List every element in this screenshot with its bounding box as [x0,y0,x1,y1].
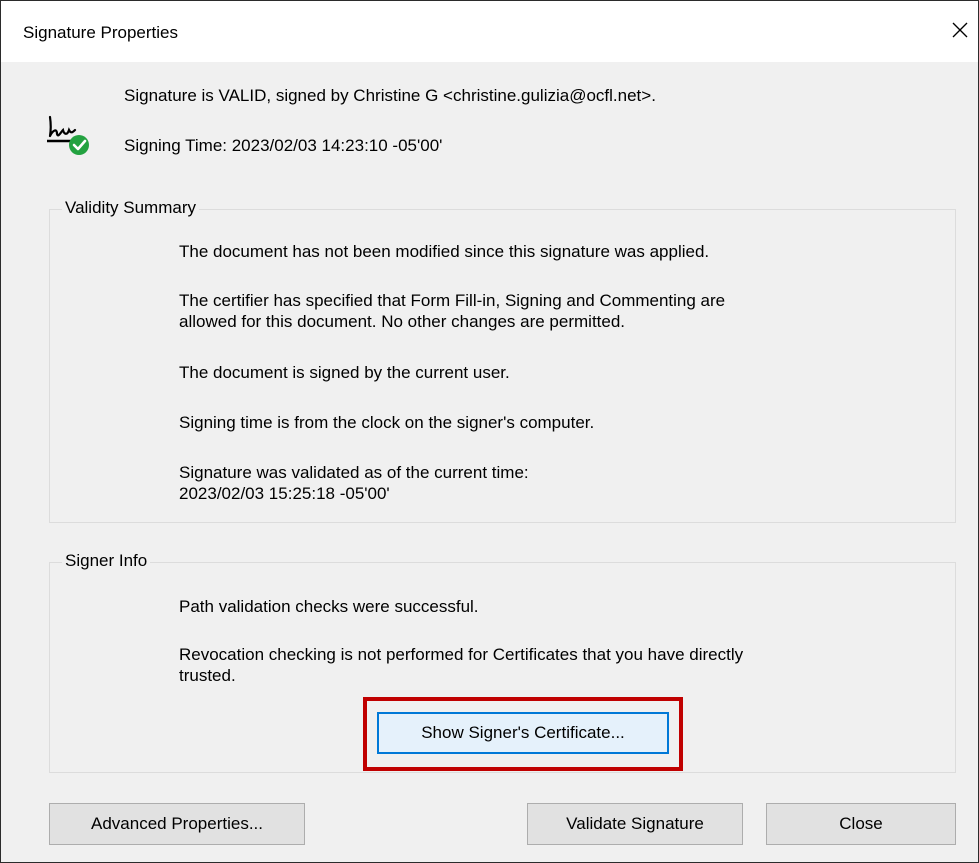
title-bar: Signature Properties [1,1,978,62]
signer-item-revocation-line2: trusted. [179,666,236,685]
signer-info-legend: Signer Info [62,551,151,571]
validity-summary-legend: Validity Summary [62,198,199,218]
validity-item-signing-clock: Signing time is from the clock on the si… [179,413,595,432]
validity-summary-group: Validity Summary The document has not be… [49,198,956,523]
validity-item-validated-time: 2023/02/03 15:25:18 -05'00' [179,484,390,503]
validity-item-validated-as-of: Signature was validated as of the curren… [179,463,529,482]
validate-signature-button[interactable]: Validate Signature [527,803,743,845]
highlight-box [363,697,683,771]
validity-item-current-user: The document is signed by the current us… [179,363,510,382]
signature-valid-text: Signature is VALID, signed by Christine … [124,86,656,105]
dialog-title: Signature Properties [23,23,178,42]
validity-item-certifier-line1: The certifier has specified that Form Fi… [179,291,726,310]
signature-properties-dialog: Signature Properties Signature is VALID,… [0,0,979,863]
signer-item-revocation-line1: Revocation checking is not performed for… [179,645,744,664]
signer-item-path-validation: Path validation checks were successful. [179,597,479,616]
close-button[interactable]: Close [766,803,956,845]
validity-item-certifier-line2: allowed for this document. No other chan… [179,312,626,331]
close-icon[interactable] [945,15,975,45]
signature-valid-icon [47,115,89,155]
signing-time-text: Signing Time: 2023/02/03 14:23:10 -05'00… [124,136,443,155]
validity-item-not-modified: The document has not been modified since… [179,242,710,261]
advanced-properties-button[interactable]: Advanced Properties... [49,803,305,845]
